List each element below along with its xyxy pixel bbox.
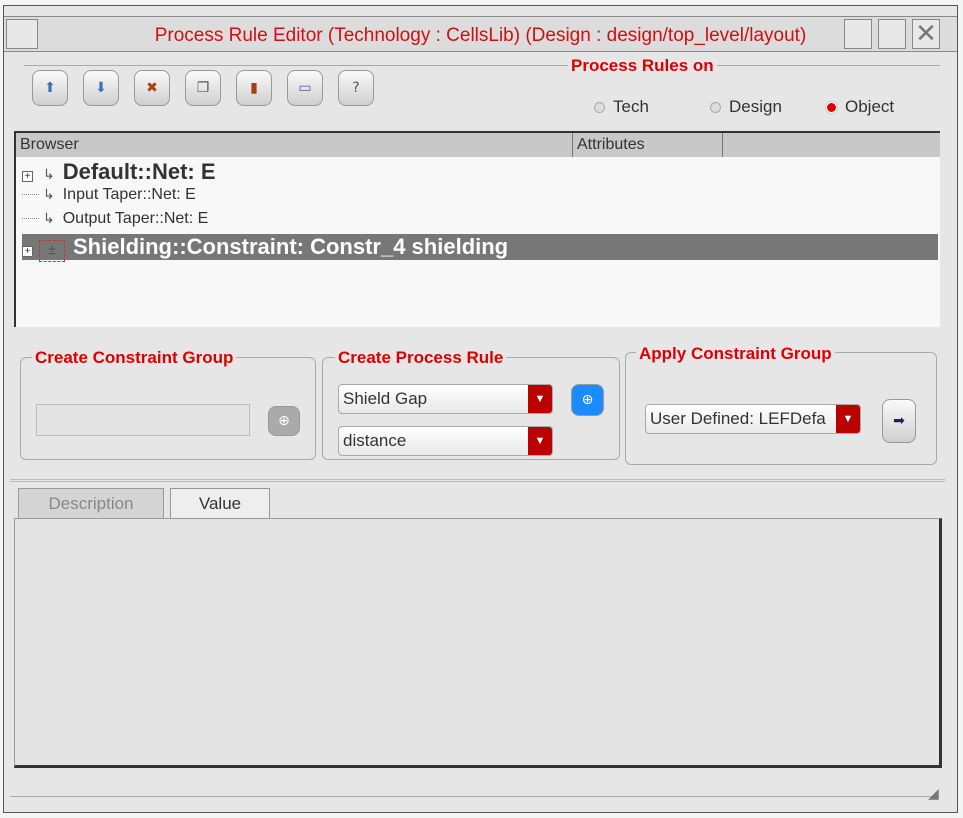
tab-content-area bbox=[14, 518, 942, 768]
apply-constraint-group-label: Apply Constraint Group bbox=[636, 344, 835, 364]
tree-row[interactable]: + ↳ Default::Net: E bbox=[22, 159, 216, 185]
apply-constraint-group-button[interactable]: ➡ bbox=[882, 399, 916, 443]
tree-row[interactable]: + ± Shielding::Constraint: Constr_4 shield… bbox=[22, 234, 938, 262]
tree-row-label: Input Taper::Net: E bbox=[62, 186, 196, 203]
chevron-down-icon: ▼ bbox=[528, 385, 552, 413]
help-button[interactable]: ? bbox=[338, 70, 374, 106]
radio-indicator bbox=[826, 102, 837, 113]
create-constraint-group-label: Create Constraint Group bbox=[32, 348, 237, 368]
tree-row-label: Default::Net: E bbox=[62, 159, 216, 184]
add-icon: ⊕ bbox=[278, 413, 290, 429]
radio-design[interactable]: Design bbox=[710, 97, 782, 117]
process-rule-value: Shield Gap bbox=[343, 389, 428, 408]
delete-icon: ✖ bbox=[146, 80, 158, 96]
net-icon: ↳ bbox=[43, 166, 55, 182]
tree-row-label: Shielding::Constraint: Constr_4 shieldin… bbox=[73, 234, 509, 259]
process-rules-on-label: Process Rules on bbox=[568, 56, 717, 76]
window-title: Process Rule Editor (Technology : CellsL… bbox=[154, 25, 807, 46]
net-icon: ↳ bbox=[43, 210, 55, 226]
column-header-attributes[interactable]: Attributes bbox=[572, 133, 722, 157]
move-down-icon: ⬇ bbox=[95, 80, 107, 96]
tab-value[interactable]: Value bbox=[170, 488, 270, 518]
help-icon: ? bbox=[352, 80, 360, 96]
radio-label: Object bbox=[845, 97, 895, 116]
net-icon: ↳ bbox=[43, 186, 55, 202]
constraint-group-select[interactable]: User Defined: LEFDefa ▼ bbox=[645, 404, 861, 434]
tree-connector bbox=[22, 194, 39, 196]
radio-tech[interactable]: Tech bbox=[594, 97, 649, 117]
paste-icon: ▮ bbox=[250, 80, 258, 96]
tree-row[interactable]: ↳ Input Taper::Net: E bbox=[22, 186, 196, 204]
constraint-group-value: User Defined: LEFDefa bbox=[650, 409, 826, 428]
minimize-button[interactable] bbox=[844, 19, 872, 49]
move-up-button[interactable]: ⬆ bbox=[32, 70, 68, 106]
save-icon: ▭ bbox=[298, 80, 312, 96]
create-constraint-group-button[interactable]: ⊕ bbox=[268, 406, 300, 436]
copy-button[interactable]: ❐ bbox=[185, 70, 221, 106]
add-icon: ⊕ bbox=[581, 392, 594, 408]
resize-grip-icon[interactable]: ◢ bbox=[928, 786, 939, 802]
copy-icon: ❐ bbox=[196, 80, 210, 96]
tree-row-label: Output Taper::Net: E bbox=[62, 210, 209, 227]
move-up-icon: ⬆ bbox=[44, 80, 56, 96]
expand-icon[interactable]: + bbox=[22, 246, 33, 257]
tree-row[interactable]: ↳ Output Taper::Net: E bbox=[22, 210, 208, 228]
status-bar bbox=[10, 796, 932, 797]
expand-icon[interactable]: + bbox=[22, 171, 33, 182]
close-button[interactable]: ✕ bbox=[912, 19, 940, 49]
process-rule-select[interactable]: Shield Gap ▼ bbox=[338, 384, 553, 414]
splitter[interactable] bbox=[10, 479, 945, 482]
maximize-button[interactable] bbox=[878, 19, 906, 49]
rule-parameter-select[interactable]: distance ▼ bbox=[338, 426, 553, 456]
paste-button[interactable]: ▮ bbox=[236, 70, 272, 106]
chevron-down-icon: ▼ bbox=[836, 405, 860, 433]
radio-label: Tech bbox=[613, 97, 649, 116]
create-process-rule-button[interactable]: ⊕ bbox=[571, 384, 604, 416]
radio-object[interactable]: Object bbox=[826, 97, 894, 117]
tab-description[interactable]: Description bbox=[18, 488, 164, 518]
chevron-down-icon: ▼ bbox=[528, 427, 552, 455]
tree-connector bbox=[22, 218, 39, 220]
radio-indicator bbox=[710, 102, 721, 113]
browser-tree[interactable]: Browser Attributes + ↳ Default::Net: E ↳ Inp… bbox=[14, 131, 940, 327]
move-down-button[interactable]: ⬇ bbox=[83, 70, 119, 106]
constraint-icon: ± bbox=[39, 240, 65, 262]
radio-indicator bbox=[594, 102, 605, 113]
create-process-rule-label: Create Process Rule bbox=[335, 348, 507, 368]
title-bar: Process Rule Editor (Technology : CellsL… bbox=[4, 16, 957, 52]
divider bbox=[24, 65, 940, 66]
rule-parameter-value: distance bbox=[343, 431, 407, 450]
radio-label: Design bbox=[729, 97, 782, 116]
column-header-browser[interactable]: Browser bbox=[16, 133, 572, 157]
constraint-group-name-input[interactable] bbox=[36, 404, 250, 436]
column-header-empty bbox=[722, 133, 940, 157]
save-button[interactable]: ▭ bbox=[287, 70, 323, 106]
delete-button[interactable]: ✖ bbox=[134, 70, 170, 106]
arrow-right-icon: ➡ bbox=[893, 413, 905, 429]
